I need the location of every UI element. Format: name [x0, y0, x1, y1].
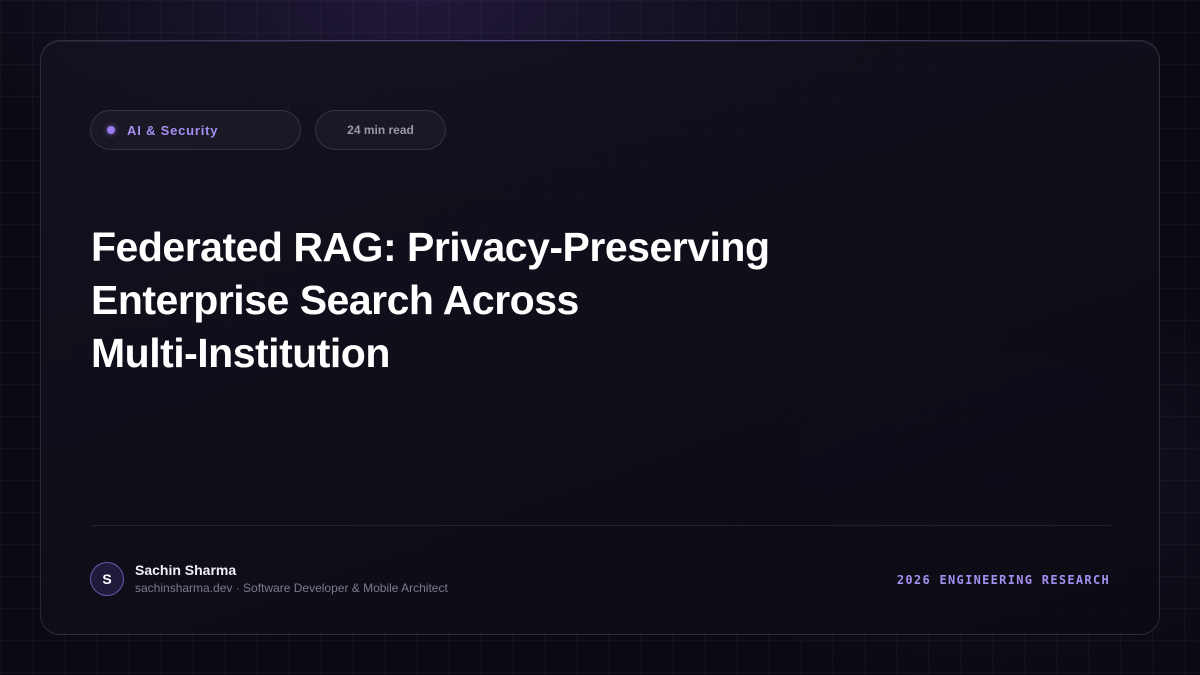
- tag-row: AI & Security 24 min read: [90, 110, 446, 150]
- read-time-label: 24 min read: [347, 123, 414, 137]
- category-label: AI & Security: [127, 122, 219, 138]
- author-text: Sachin Sharma sachinsharma.dev · Softwar…: [135, 561, 448, 596]
- title-line-1: Federated RAG: Privacy-Preserving: [91, 224, 770, 270]
- page: AI & Security 24 min read Federated RAG:…: [0, 0, 1200, 675]
- title-line-3: Multi-Institution: [91, 330, 390, 376]
- category-pill[interactable]: AI & Security: [90, 110, 301, 150]
- title-line-2: Enterprise Search Across: [91, 277, 579, 323]
- research-label: 2026 ENGINEERING RESEARCH: [896, 573, 1110, 587]
- author-block: S Sachin Sharma sachinsharma.dev · Softw…: [90, 561, 448, 596]
- article-title: Federated RAG: Privacy-Preserving Enterp…: [91, 221, 911, 380]
- author-name: Sachin Sharma: [135, 562, 237, 578]
- read-time-pill: 24 min read: [315, 110, 446, 150]
- author-meta: sachinsharma.dev · Software Developer & …: [135, 581, 448, 595]
- article-card: AI & Security 24 min read Federated RAG:…: [40, 40, 1160, 635]
- card-glow: [41, 40, 1159, 41]
- avatar: S: [90, 561, 124, 596]
- dot-icon: [107, 126, 115, 134]
- divider: [91, 525, 1111, 526]
